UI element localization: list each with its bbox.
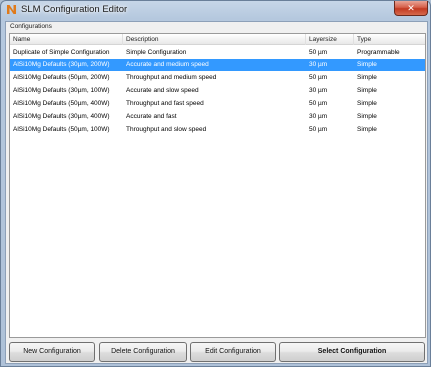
title-bar[interactable]: SLM Configuration Editor ✕ [1,1,430,20]
cell-type: Programmable [357,49,400,56]
cell-name: AlSi10Mg Defaults (50µm, 400W) [13,100,110,107]
cell-layersize: 50 µm [309,100,328,107]
column-header-description[interactable]: Description [123,34,306,45]
edit-configuration-button[interactable]: Edit Configuration [190,342,276,362]
cell-type: Simple [357,113,377,120]
table-row[interactable]: AlSi10Mg Defaults (30µm, 100W) Accurate … [10,85,425,97]
cell-name: AlSi10Mg Defaults (30µm, 200W) [13,61,110,68]
close-button[interactable]: ✕ [394,1,428,16]
cell-type: Simple [357,87,377,94]
cell-layersize: 30 µm [309,113,328,120]
cell-layersize: 30 µm [309,87,328,94]
cell-description: Accurate and slow speed [126,87,199,94]
cell-layersize: 50 µm [309,49,328,56]
cell-name: AlSi10Mg Defaults (50µm, 100W) [13,126,110,133]
cell-type: Simple [357,126,377,133]
cell-layersize: 50 µm [309,126,328,133]
app-logo-icon [7,5,16,14]
column-header-layersize[interactable]: Layersize [306,34,354,45]
cell-name: AlSi10Mg Defaults (30µm, 100W) [13,87,110,94]
configurations-group-label: Configurations [10,23,52,30]
cell-type: Simple [357,61,377,68]
table-row-selected[interactable]: AlSi10Mg Defaults (30µm, 200W) Accurate … [10,59,425,71]
cell-description: Throughput and medium speed [126,74,217,81]
delete-configuration-button[interactable]: Delete Configuration [99,342,187,362]
cell-name: Duplicate of Simple Configuration [13,49,110,56]
column-header-name[interactable]: Name [10,34,123,45]
client-area: Configurations Name Description Layersiz… [5,21,428,364]
cell-layersize: 30 µm [309,61,328,68]
cell-name: AlSi10Mg Defaults (30µm, 400W) [13,113,110,120]
cell-description: Throughput and fast speed [126,100,204,107]
cell-description: Throughput and slow speed [126,126,207,133]
slm-configuration-editor-window: SLM Configuration Editor ✕ Configuration… [0,0,431,367]
cell-description: Accurate and medium speed [126,61,209,68]
cell-description: Simple Configuration [126,49,187,56]
cell-type: Simple [357,100,377,107]
configurations-list[interactable]: Name Description Layersize Type Duplicat… [9,33,426,338]
close-icon: ✕ [407,3,415,13]
table-row[interactable]: Duplicate of Simple Configuration Simple… [10,47,425,59]
cell-layersize: 50 µm [309,74,328,81]
cell-name: AlSi10Mg Defaults (50µm, 200W) [13,74,110,81]
cell-type: Simple [357,74,377,81]
select-configuration-button[interactable]: Select Configuration [279,342,425,362]
table-row[interactable]: AlSi10Mg Defaults (50µm, 400W) Throughpu… [10,98,425,110]
table-row[interactable]: AlSi10Mg Defaults (50µm, 100W) Throughpu… [10,124,425,136]
table-row[interactable]: AlSi10Mg Defaults (30µm, 400W) Accurate … [10,111,425,123]
new-configuration-button[interactable]: New Configuration [9,342,95,362]
list-header: Name Description Layersize Type [10,34,425,45]
cell-description: Accurate and fast [126,113,177,120]
window-title: SLM Configuration Editor [21,4,128,15]
column-header-type[interactable]: Type [354,34,425,45]
table-row[interactable]: AlSi10Mg Defaults (50µm, 200W) Throughpu… [10,72,425,84]
